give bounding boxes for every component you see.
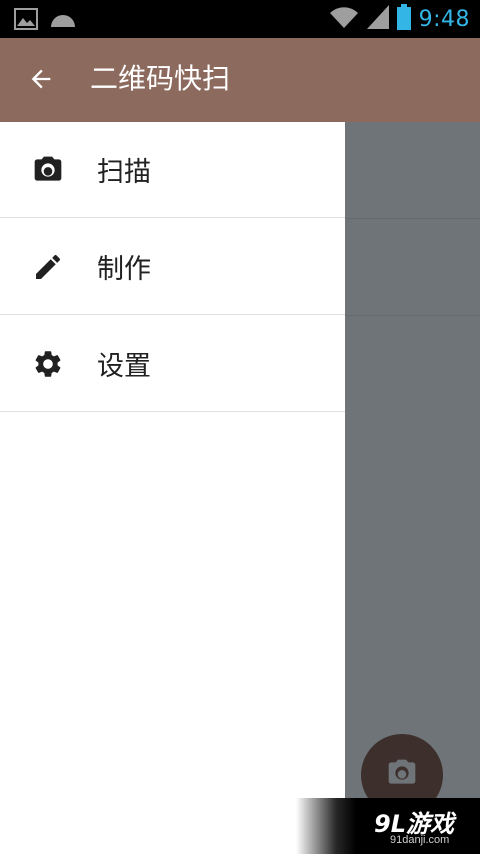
drawer-item-label: 设置 [97, 351, 151, 382]
image-icon [14, 8, 38, 34]
android-icon [50, 11, 76, 31]
wifi-icon [329, 5, 359, 33]
navigation-drawer: 扫描 制作 设置 [0, 122, 345, 854]
watermark-url: 91danji.com [390, 834, 450, 846]
pencil-icon [32, 251, 64, 283]
drawer-item-settings[interactable]: 设置 [0, 316, 345, 412]
signal-icon [366, 5, 389, 33]
watermark-logo: 9L游戏 91danji.com [296, 798, 480, 854]
back-button[interactable] [24, 64, 58, 98]
app-bar: 二维码快扫 [0, 38, 480, 122]
divider [345, 218, 480, 219]
battery-icon [396, 4, 411, 34]
status-time: 9:48 [418, 6, 470, 32]
arrow-back-icon [27, 65, 55, 97]
status-bar: 9:48 [0, 0, 480, 38]
drawer-item-scan[interactable]: 扫描 [0, 122, 345, 218]
drawer-item-label: 扫描 [97, 157, 151, 188]
camera-icon [386, 757, 418, 793]
gear-icon [32, 348, 64, 380]
status-right-icons: 9:48 [329, 4, 470, 34]
camera-icon [32, 154, 64, 186]
drawer-item-label: 制作 [97, 254, 151, 285]
page-title: 二维码快扫 [90, 62, 231, 95]
divider [345, 315, 480, 316]
status-left-icons [14, 8, 76, 34]
drawer-item-create[interactable]: 制作 [0, 219, 345, 315]
